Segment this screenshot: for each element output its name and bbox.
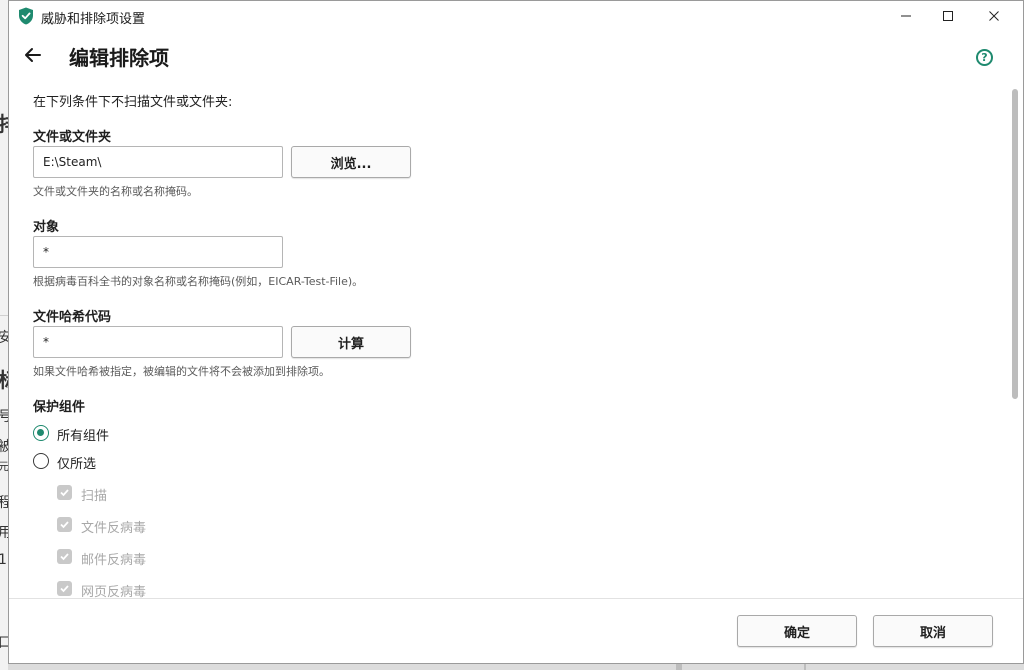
background-text: 排 — [0, 108, 8, 137]
file-folder-hint: 文件或文件夹的名称或名称掩码。 — [33, 185, 198, 198]
background-app-bottom — [8, 664, 1024, 670]
page-title: 编辑排除项 — [69, 46, 169, 70]
background-divider — [804, 664, 806, 670]
web-antivirus-checkbox-label: 网页反病毒 — [81, 585, 147, 598]
web-antivirus-checkbox[interactable] — [57, 581, 72, 596]
object-input[interactable] — [33, 236, 283, 268]
maximize-icon — [943, 11, 953, 21]
intro-text: 在下列条件下不扫描文件或文件夹: — [33, 95, 233, 110]
minimize-icon — [901, 15, 911, 17]
background-text: 号 — [0, 409, 8, 425]
minimize-button[interactable] — [883, 1, 929, 31]
dialog-footer: 确定 取消 — [9, 598, 1023, 663]
background-text: 程 — [0, 495, 8, 511]
scrollbar-thumb[interactable] — [1012, 89, 1018, 399]
background-app-strip: 排 安 标 号 被 元 程 用 1 口 — [0, 0, 8, 670]
background-divider — [676, 664, 682, 670]
form-content: 在下列条件下不扫描文件或文件夹: 文件或文件夹 浏览... 文件或文件夹的名称或… — [9, 81, 1009, 598]
checkmark-icon — [60, 489, 69, 497]
object-label: 对象 — [33, 220, 60, 235]
scan-checkbox[interactable] — [57, 485, 72, 500]
maximize-button[interactable] — [925, 1, 971, 31]
checkmark-icon — [60, 585, 69, 593]
file-hash-input[interactable] — [33, 326, 283, 358]
file-hash-label: 文件哈希代码 — [33, 310, 112, 325]
all-components-radio[interactable] — [33, 425, 49, 441]
file-antivirus-checkbox-label: 文件反病毒 — [81, 521, 147, 536]
background-text: 1 — [0, 552, 7, 568]
scan-checkbox-label: 扫描 — [81, 489, 108, 504]
object-hint: 根据病毒百科全书的对象名称或名称掩码(例如，EICAR-Test-File)。 — [33, 275, 364, 288]
background-text: 安 — [0, 330, 8, 346]
background-text: 口 — [0, 635, 8, 651]
background-text: 用 — [0, 525, 8, 541]
background-divider — [0, 315, 8, 316]
browse-button[interactable]: 浏览... — [291, 146, 411, 178]
background-text: 被 — [0, 439, 8, 455]
ok-button[interactable]: 确定 — [737, 615, 857, 647]
background-text: 元 — [0, 460, 8, 473]
file-hash-hint: 如果文件哈希被指定，被编辑的文件将不会被添加到排除项。 — [33, 365, 330, 378]
mail-antivirus-checkbox[interactable] — [57, 549, 72, 564]
selected-only-radio[interactable] — [33, 453, 49, 469]
file-folder-label: 文件或文件夹 — [33, 130, 112, 145]
all-components-label[interactable]: 所有组件 — [57, 425, 109, 444]
page-header: 编辑排除项 ? — [9, 31, 1023, 81]
window-title: 威胁和排除项设置 — [41, 12, 146, 27]
settings-dialog: 威胁和排除项设置 编辑排除项 ? 在下列条件下不扫描文件或文件夹: 文件或文件夹… — [8, 0, 1024, 664]
mail-antivirus-checkbox-label: 邮件反病毒 — [81, 553, 147, 568]
close-button[interactable] — [971, 1, 1017, 31]
title-bar: 威胁和排除项设置 — [9, 1, 1023, 31]
question-mark-icon: ? — [981, 51, 988, 64]
checkmark-icon — [60, 521, 69, 529]
help-button[interactable]: ? — [976, 49, 993, 66]
close-icon — [989, 11, 999, 21]
checkmark-icon — [60, 553, 69, 561]
calculate-button[interactable]: 计算 — [291, 326, 411, 358]
selected-only-label[interactable]: 仅所选 — [57, 453, 96, 472]
cancel-button[interactable]: 取消 — [873, 615, 993, 647]
shield-icon — [19, 7, 33, 25]
file-folder-input[interactable] — [33, 146, 283, 178]
arrow-left-icon — [25, 48, 41, 62]
back-button[interactable] — [21, 43, 45, 67]
background-text: 标 — [0, 364, 8, 393]
file-antivirus-checkbox[interactable] — [57, 517, 72, 532]
protection-components-label: 保护组件 — [33, 400, 86, 415]
vertical-scrollbar[interactable] — [1009, 81, 1023, 598]
